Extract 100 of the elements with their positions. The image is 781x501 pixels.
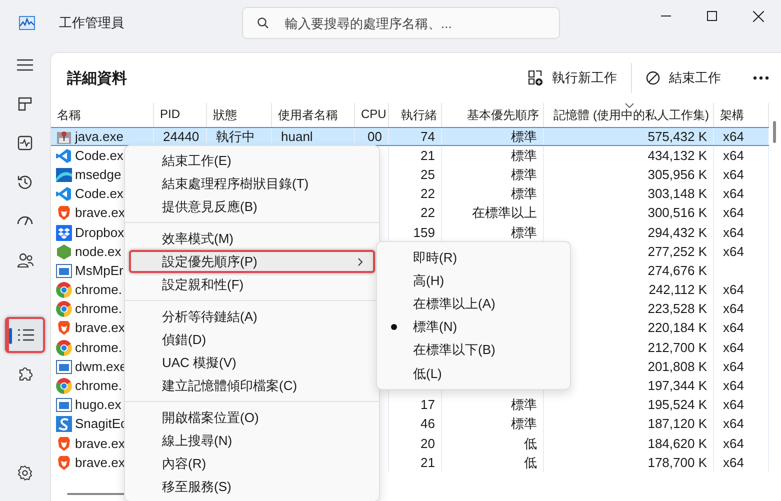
table-cell: 標準 [511, 166, 537, 184]
table-cell: 標準 [511, 396, 537, 414]
table-cell: huanl [281, 128, 313, 146]
table-cell: 178,700 K [648, 454, 707, 472]
menu-item[interactable]: 分析等待鏈結(A) [129, 305, 375, 328]
block-icon [646, 71, 660, 85]
table-cell: brave.ex [75, 319, 125, 338]
nav-tab[interactable] [5, 317, 45, 353]
pulse-icon [17, 135, 33, 151]
table-cell: Dropbox [75, 224, 124, 242]
table-cell: 22 [420, 185, 435, 204]
circle-logo-icon [56, 378, 72, 394]
table-cell: brave.ex [75, 454, 125, 472]
menu-item[interactable]: UAC 模擬(V) [129, 351, 375, 374]
sort-caret-icon [624, 103, 634, 108]
table-cell: 277,252 K [648, 242, 707, 261]
table-cell: 274,676 K [648, 262, 707, 280]
table-cell: 212,700 K [648, 338, 707, 357]
table-row[interactable]: java.exe 24440 執行中 huanl 00 74 標準 575,432 K x64 [51, 127, 769, 146]
table-cell: x64 [723, 185, 744, 204]
table-cell: 25 [420, 166, 435, 184]
shield-icon [56, 454, 72, 471]
menu-item[interactable]: 設定親和性(F) [129, 273, 375, 296]
table-cell: chrome. [75, 300, 122, 318]
table-cell: 575,432 K [648, 128, 707, 146]
chevron-right-icon [358, 258, 363, 266]
table-cell: chrome. [75, 377, 122, 396]
table-cell: 執行中 [216, 128, 255, 146]
table-cell: 標準 [511, 146, 537, 165]
table-cell: x64 [723, 204, 744, 222]
table-cell: 低 [524, 454, 537, 472]
table-cell: x64 [723, 300, 744, 318]
box-icon [56, 224, 72, 241]
table-cell: 標準 [511, 128, 537, 146]
table-cell: 197,344 K [648, 377, 707, 396]
table-cell: chrome. [75, 338, 122, 357]
table-cell: 標準 [511, 185, 537, 204]
menu-item[interactable]: 標準(N) [377, 316, 570, 339]
table-cell: 434,132 K [648, 146, 707, 165]
table-cell: 223,528 K [648, 300, 707, 318]
menu-item[interactable]: 偵錯(D) [129, 328, 375, 351]
table-cell: x64 [723, 319, 744, 338]
menu-item[interactable]: 在標準以上(A) [377, 292, 570, 316]
circle-logo-icon [56, 282, 72, 298]
table-cell: java.exe [75, 128, 124, 146]
table-cell: 低 [524, 434, 537, 453]
table-cell: x64 [723, 242, 744, 261]
menu-item[interactable]: 低(L) [377, 362, 570, 386]
table-cell: x64 [723, 415, 744, 434]
menu-item[interactable]: 設定優先順序(P) [129, 250, 375, 273]
table-cell: 21 [420, 454, 435, 472]
search-field[interactable]: 輸入要搜尋的處理序名稱、... [242, 7, 560, 39]
window-title: 工作管理員 [59, 14, 124, 32]
table-cell: 300,516 K [648, 204, 707, 222]
scrollbar-thumb[interactable] [773, 121, 776, 143]
menu-item[interactable]: 內容(R) [129, 452, 375, 475]
table-cell: Code.ex [75, 185, 124, 204]
table-cell: hugo.ex [75, 396, 122, 414]
window-icon [56, 397, 72, 414]
page-title: 詳細資料 [67, 68, 127, 88]
table-cell: 74 [420, 128, 435, 146]
bracket-icon [56, 186, 72, 202]
menu-item[interactable]: 建立記憶體傾印檔案(C) [129, 374, 375, 397]
app-icon [19, 16, 35, 30]
puzzle-icon [17, 366, 33, 382]
table-cell: 294,432 K [648, 224, 707, 242]
table-cell: x64 [723, 338, 744, 357]
maximize-icon [707, 11, 717, 21]
shield-icon [56, 320, 72, 336]
table-cell: 在標準以上 [472, 204, 537, 222]
table-cell: MsMpEr [75, 262, 124, 280]
table-cell: 159 [413, 224, 435, 242]
shield-icon [56, 205, 72, 222]
wave-icon [56, 166, 72, 183]
menu-item[interactable]: 移至服務(S) [129, 475, 375, 498]
menu-item[interactable]: 在標準以下(B) [377, 338, 570, 362]
table-cell: x64 [723, 146, 744, 165]
menu-item[interactable]: 即時(R) [377, 246, 570, 270]
close-icon [752, 10, 764, 22]
menu-icon [17, 59, 33, 71]
toolbar-button[interactable]: 執行新工作 [519, 63, 625, 93]
menu-item[interactable]: 高(H) [377, 269, 570, 292]
table-cell: 標準 [511, 415, 537, 434]
table-cell: 17 [420, 396, 435, 414]
table-cell: 184,620 K [648, 434, 707, 453]
table-cell: SnagitEc [75, 415, 128, 434]
table-cell: x64 [723, 358, 744, 376]
history-icon [17, 174, 33, 190]
table-cell: dwm.exe [75, 358, 128, 376]
table-cell: 242,112 K [648, 281, 707, 300]
circle-logo-icon [56, 301, 72, 318]
table-cell: 201,808 K [648, 358, 707, 376]
table-cell: msedge [75, 166, 122, 184]
table-cell: x64 [723, 281, 744, 300]
window-icon [56, 262, 72, 279]
toolbar-button[interactable]: 結束工作 [638, 63, 729, 93]
table-cell: x64 [723, 396, 744, 414]
bracket-icon [56, 148, 72, 164]
table-cell: Code.ex [75, 146, 124, 165]
table-cell: 46 [420, 415, 435, 434]
